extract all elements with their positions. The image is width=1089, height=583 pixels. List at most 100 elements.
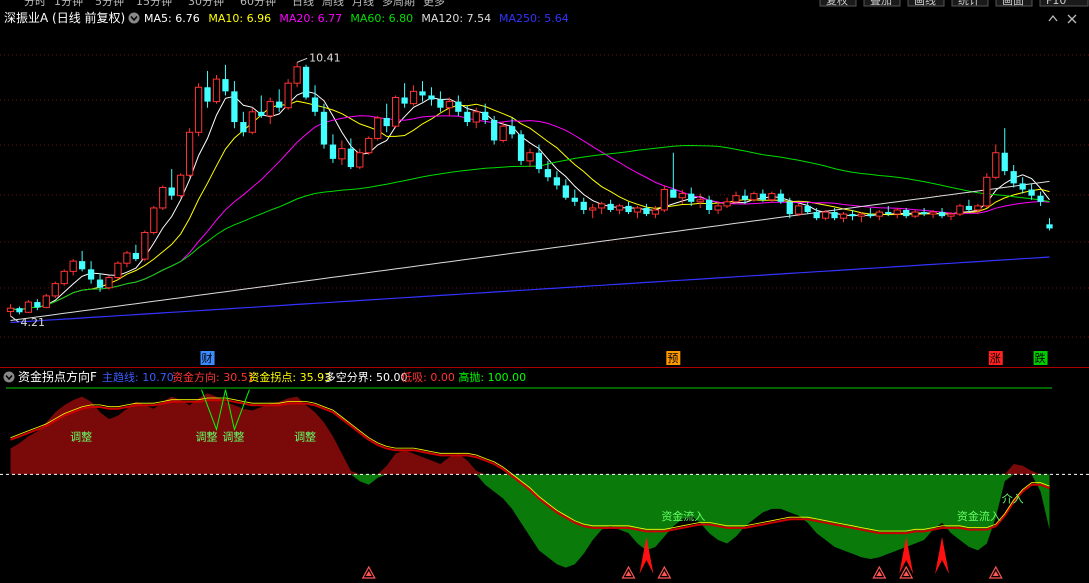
indicator-title: 资金拐点方向F: [18, 369, 97, 384]
candle-body-down: [16, 308, 23, 313]
candle-body-up: [445, 101, 454, 109]
candle-body-down: [347, 148, 354, 168]
indicator-legend: 主趋线: 10.70资金方向: 30.51资金拐点: 35.93多空分界: 50…: [102, 370, 526, 384]
ma-label: MA20: 6.77: [279, 12, 342, 25]
indicator-annotation: 调整: [294, 429, 316, 443]
candle-body-down: [920, 212, 928, 215]
event-markers: 财预涨跌: [200, 351, 1048, 365]
candle-body-down: [1046, 224, 1053, 229]
period-tab[interactable]: 更多: [423, 0, 445, 8]
period-tab[interactable]: 60分钟: [240, 0, 276, 8]
ma-label: MA5: 6.76: [144, 12, 200, 25]
candle-body-down: [643, 207, 650, 215]
candle-body-up: [338, 148, 346, 160]
candle-body-up: [615, 205, 624, 211]
candle-body-up: [714, 205, 722, 211]
low-pointer: [10, 315, 19, 323]
candle-body-up: [947, 213, 955, 217]
high-pointer: [296, 57, 308, 63]
candle-body-up: [69, 260, 77, 272]
period-toolbar[interactable]: 分时 1分钟 5分钟 15分钟 30分钟 60分钟 日线 周线 月线 多周期 更多: [24, 0, 445, 8]
candle-body-up: [24, 301, 33, 313]
candle-body-up: [185, 131, 194, 176]
indicator-label: 低吸: 0.00: [401, 371, 455, 384]
candle-body-down: [96, 279, 104, 288]
period-tab[interactable]: 5分钟: [95, 0, 124, 8]
period-tab[interactable]: 15分钟: [136, 0, 172, 8]
candle-body-up: [732, 195, 740, 203]
candle-body-down: [1037, 195, 1044, 202]
candle-body-down: [804, 205, 811, 213]
candle-body-up: [159, 187, 167, 209]
candle-body-down: [625, 205, 632, 213]
ma250-line: [10, 256, 1050, 324]
candle-body-down: [204, 87, 211, 102]
candle-body-down: [311, 97, 319, 112]
candle-body-up: [284, 82, 292, 109]
candle-body-up: [51, 283, 59, 297]
period-tab[interactable]: 1分钟: [54, 0, 83, 8]
candle-body-up: [983, 176, 991, 207]
candle-body-up: [795, 205, 803, 215]
candle-body-down: [553, 177, 561, 186]
candle-body-up: [992, 152, 1000, 178]
event-marker-label: 预: [667, 352, 678, 365]
candle-body-up: [499, 125, 507, 141]
candle-body-up: [365, 137, 373, 154]
candle-body-up: [839, 213, 848, 219]
candle-body-down: [419, 91, 426, 96]
candle-body-down: [688, 193, 695, 202]
candle-body-down: [517, 134, 525, 161]
candle-body-down: [168, 187, 175, 196]
candle-body-up: [857, 213, 866, 217]
candle-body-down: [222, 79, 229, 92]
period-tab[interactable]: 周线: [322, 0, 344, 8]
candle-body-down: [87, 269, 95, 280]
candle-body-up: [194, 86, 203, 133]
candle-body-down: [777, 193, 784, 202]
high-price-label: 10.41: [309, 51, 341, 64]
indicator-annotation: 介入: [1002, 493, 1024, 506]
candle-body-up: [392, 97, 400, 127]
period-tab[interactable]: 多周期: [382, 0, 415, 8]
candle-body-down: [938, 212, 946, 217]
toolbar-buttons[interactable]: 复权叠加画线统计画面F10标记: [819, 0, 1089, 7]
period-tab[interactable]: 月线: [352, 0, 374, 8]
candle-body-up: [356, 152, 364, 168]
ma-label: MA120: 7.54: [421, 12, 491, 25]
candle-body-up: [177, 174, 185, 197]
candle-body-up: [141, 232, 149, 260]
panel-controls[interactable]: [1048, 14, 1077, 24]
candle-body-up: [875, 211, 883, 217]
candle-body-down: [240, 122, 247, 133]
settings-dropdown-icon[interactable]: [128, 12, 140, 24]
chevron-up-icon[interactable]: [1048, 14, 1058, 22]
candle-body-up: [750, 193, 758, 201]
candle-body-down: [562, 185, 569, 198]
stock-chart: 分时 1分钟 5分钟 15分钟 30分钟 60分钟 日线 周线 月线 多周期 更多 复权 叠加 画线 统计…: [0, 0, 1089, 579]
candle-body-down: [508, 126, 516, 135]
indicator-dropdown-icon[interactable]: [3, 371, 15, 383]
candle-body-down: [759, 193, 767, 200]
period-tab[interactable]: 30分钟: [188, 0, 224, 8]
ma-label: MA60: 6.80: [350, 12, 413, 25]
candle-body-up: [974, 205, 982, 211]
candle-body-up: [929, 211, 937, 215]
candle-body-down: [607, 203, 614, 210]
indicator-label: 资金拐点: 35.93: [248, 370, 331, 384]
candle-body-up: [472, 111, 480, 123]
period-tab[interactable]: 分时: [24, 0, 46, 8]
toolbar-button-label: F10: [1046, 0, 1066, 7]
candle-body-down: [741, 195, 749, 200]
toolbar-button-label: 复权: [826, 0, 848, 7]
period-tab[interactable]: 日线: [292, 0, 314, 8]
candle-body-up: [768, 193, 776, 201]
candle-body-up: [374, 117, 382, 139]
candle-body-down: [437, 99, 444, 108]
candle-body-down: [965, 205, 973, 210]
candle-body-down: [580, 201, 587, 210]
close-icon[interactable]: [1067, 14, 1077, 24]
candle-body-down: [401, 97, 408, 104]
candle-body-down: [1001, 152, 1008, 172]
indicator-label: 高抛: 100.00: [458, 370, 526, 384]
